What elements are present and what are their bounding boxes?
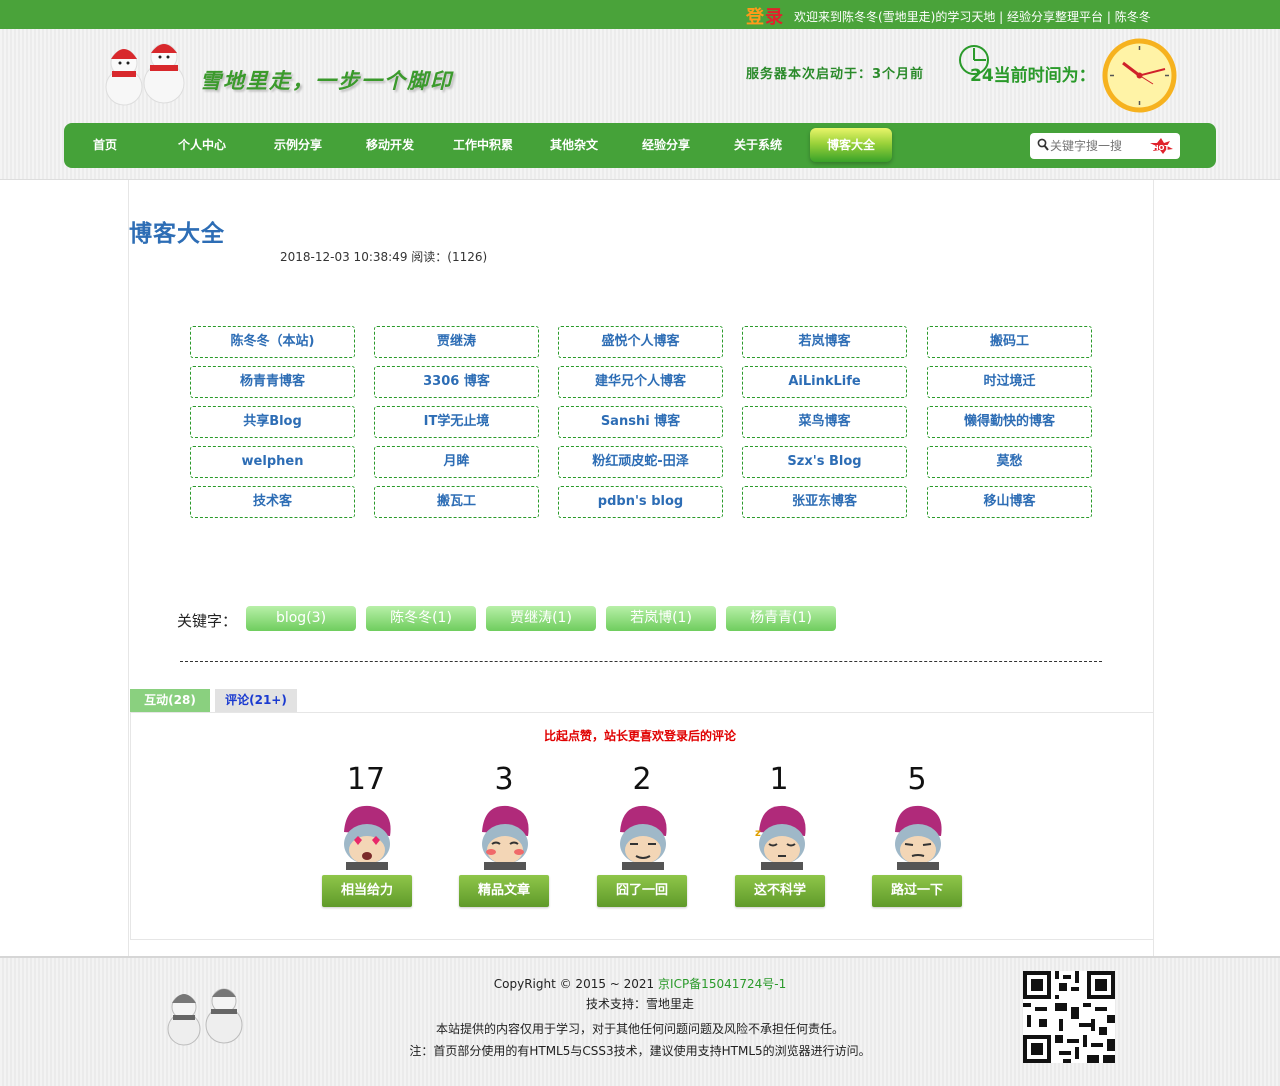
blog-link[interactable]: 3306 博客 <box>374 366 539 398</box>
svg-text:z: z <box>755 828 761 839</box>
reaction-button-awkward[interactable]: 囧了一回 <box>597 875 687 907</box>
awkward-emoji-icon <box>620 805 667 870</box>
footer-icp-link[interactable]: 京ICP备15041724号-1 <box>658 977 786 991</box>
blog-link[interactable]: 贾继涛 <box>374 326 539 358</box>
blog-link[interactable]: AiLinkLife <box>742 366 907 398</box>
site-slogan: 雪地里走，一步一个脚印 <box>200 68 453 93</box>
blog-link[interactable]: 懒得勤快的博客 <box>927 406 1092 438</box>
blog-link[interactable]: IT学无止境 <box>374 406 539 438</box>
blog-link[interactable]: 莫愁 <box>927 446 1092 478</box>
login-char-1: 登 <box>746 7 765 28</box>
blush-emoji-icon <box>482 805 529 870</box>
blog-link[interactable]: 技术客 <box>190 486 355 518</box>
nav-misc-articles[interactable]: 其他杂文 <box>534 123 614 168</box>
sleepy-emoji-icon: z <box>755 805 806 870</box>
blog-link[interactable]: 搬瓦工 <box>374 486 539 518</box>
search-input[interactable] <box>1050 136 1142 156</box>
divider <box>180 661 1102 662</box>
article-meta: 2018-12-03 10:38:49 阅读：(1126) <box>280 250 488 264</box>
blog-link[interactable]: 移山博客 <box>927 486 1092 518</box>
nav-examples[interactable]: 示例分享 <box>258 123 338 168</box>
login-link[interactable]: 登录 <box>746 3 784 29</box>
nav-experience[interactable]: 经验分享 <box>626 123 706 168</box>
analog-clock <box>1102 38 1177 113</box>
qr-code-icon <box>1023 971 1115 1063</box>
passing-by-emoji-icon <box>895 805 942 870</box>
blog-link[interactable]: 张亚东博客 <box>742 486 907 518</box>
blog-link[interactable]: Szx's Blog <box>742 446 907 478</box>
keywords-label: 关键字： <box>177 612 238 630</box>
blog-link[interactable]: 搬码工 <box>927 326 1092 358</box>
keyword-tag[interactable]: blog(3) <box>246 606 356 631</box>
blog-link[interactable]: 菜鸟博客 <box>742 406 907 438</box>
nav-work-notes[interactable]: 工作中积累 <box>442 123 524 168</box>
reaction-button-unscientific[interactable]: 这不科学 <box>735 875 825 907</box>
blog-link[interactable]: welphen <box>190 446 355 478</box>
nav-personal-center[interactable]: 个人中心 <box>162 123 242 168</box>
current-time-label: 24当前时间为： <box>970 66 1096 86</box>
keyword-tag[interactable]: 杨青青(1) <box>726 606 836 631</box>
reaction-button-awesome[interactable]: 相当给力 <box>322 875 412 907</box>
hot-badge-icon[interactable]: HOT <box>1148 137 1174 155</box>
blog-link[interactable]: Sanshi 博客 <box>558 406 723 438</box>
top-bar: 登录 欢迎来到陈冬冬(雪地里走)的学习天地 | 经验分享整理平台 | 陈冬冬 <box>0 0 1280 29</box>
footer-copyright: CopyRight © 2015 ~ 2021 <box>493 977 655 991</box>
comment-hint: 比起点赞，站长更喜欢登录后的评论 <box>543 729 736 743</box>
search-icon <box>1037 138 1049 151</box>
nav-blog-directory[interactable]: 博客大全 <box>810 128 892 162</box>
page-title: 博客大全 <box>129 221 225 247</box>
nav-home[interactable]: 首页 <box>70 123 140 168</box>
search-box: HOT <box>1030 133 1180 159</box>
header: 雪地里走，一步一个脚印 服务器本次启动于：3个月前 24当前时间为： 首页 个人… <box>0 29 1280 180</box>
blog-link[interactable]: pdbn's blog <box>558 486 723 518</box>
reaction-count: 3 <box>494 762 514 797</box>
blog-link[interactable]: 盛悦个人博客 <box>558 326 723 358</box>
keyword-tag[interactable]: 贾继涛(1) <box>486 606 596 631</box>
love-eyes-emoji-icon <box>344 805 391 870</box>
blog-link[interactable]: 时过境迁 <box>927 366 1092 398</box>
welcome-text: 欢迎来到陈冬冬(雪地里走)的学习天地 | 经验分享整理平台 | 陈冬冬 <box>794 10 1151 24</box>
reaction-count: 1 <box>769 762 789 797</box>
login-char-2: 录 <box>765 7 784 28</box>
reaction-count: 5 <box>907 762 927 797</box>
keyword-tag[interactable]: 若岚博(1) <box>606 606 716 631</box>
nav-about[interactable]: 关于系统 <box>718 123 798 168</box>
tab-comments[interactable]: 评论(21+) <box>215 689 297 712</box>
reaction-count: 17 <box>346 762 386 797</box>
reaction-button-great-article[interactable]: 精品文章 <box>459 875 549 907</box>
blog-link[interactable]: 陈冬冬（本站) <box>190 326 355 358</box>
reaction-button-passing-by[interactable]: 路过一下 <box>872 875 962 907</box>
blog-link[interactable]: 杨青青博客 <box>190 366 355 398</box>
blog-link[interactable]: 建华兄个人博客 <box>558 366 723 398</box>
blog-link[interactable]: 若岚博客 <box>742 326 907 358</box>
snowman-logo <box>105 43 185 106</box>
reaction-count: 2 <box>632 762 652 797</box>
nav-mobile-dev[interactable]: 移动开发 <box>350 123 430 168</box>
hot-label: HOT <box>1153 144 1170 152</box>
blog-link[interactable]: 共享Blog <box>190 406 355 438</box>
keyword-tag[interactable]: 陈冬冬(1) <box>366 606 476 631</box>
blog-link[interactable]: 月眸 <box>374 446 539 478</box>
blog-link[interactable]: 粉红顽皮蛇-田泽 <box>558 446 723 478</box>
server-start-text: 服务器本次启动于：3个月前 <box>746 67 925 82</box>
tab-interactions[interactable]: 互动(28) <box>130 689 210 712</box>
main-nav: 首页 个人中心 示例分享 移动开发 工作中积累 其他杂文 经验分享 关于系统 博… <box>64 123 1216 168</box>
